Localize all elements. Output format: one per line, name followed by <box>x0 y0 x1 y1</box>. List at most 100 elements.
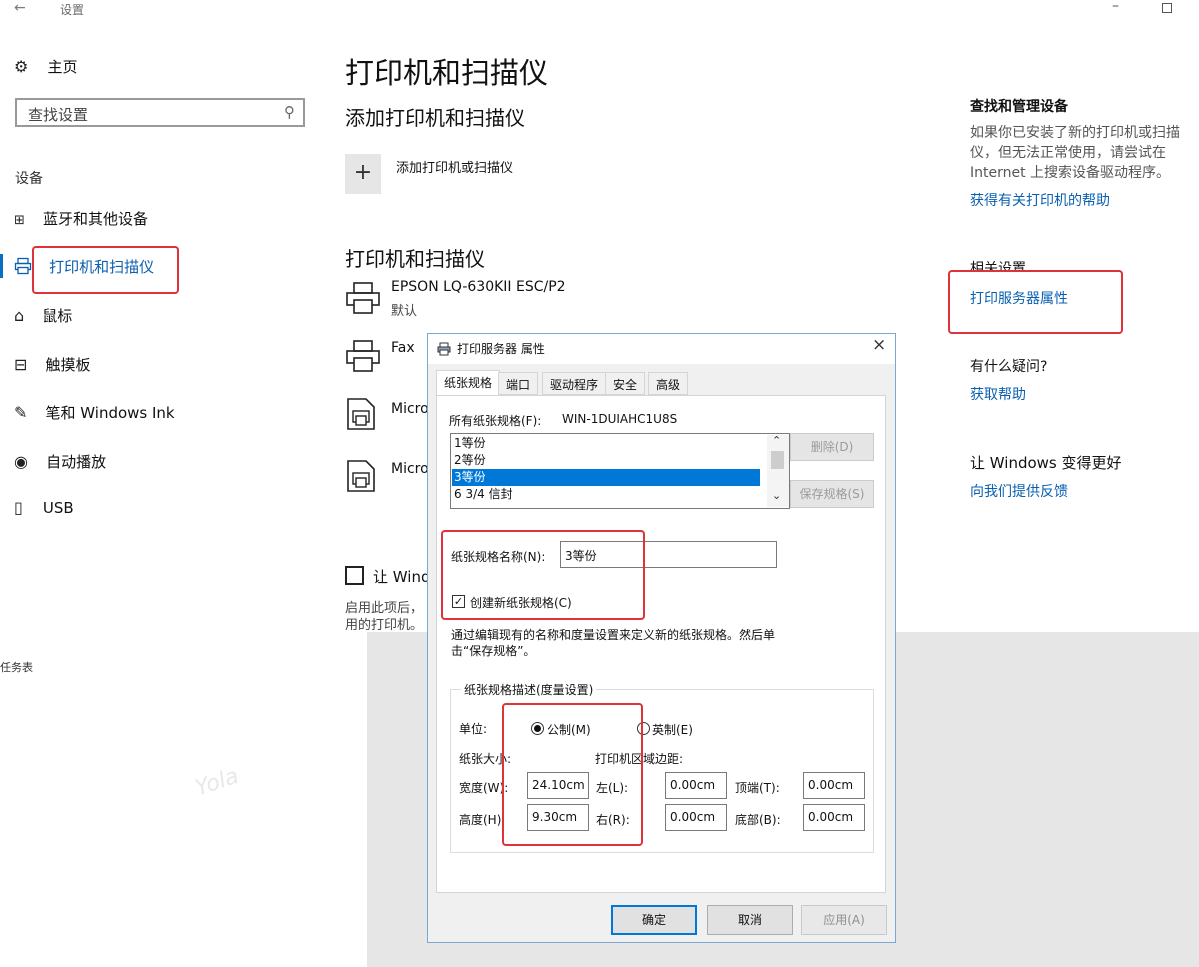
tab-security[interactable]: 安全 <box>605 372 646 395</box>
add-section-heading: 添加打印机和扫描仪 <box>345 106 525 130</box>
printer-name: Micro <box>391 401 429 417</box>
sidebar-item-label: 笔和 Windows Ink <box>45 404 175 422</box>
task-label: 任务表 <box>0 661 33 674</box>
list-item[interactable]: 2等份 <box>454 452 762 469</box>
sidebar-item-pen[interactable]: ✎ 笔和 Windows Ink <box>14 402 175 423</box>
add-printer-plus-icon[interactable]: + <box>345 154 381 194</box>
close-button[interactable]: × <box>872 335 886 355</box>
highlight-box-form-name <box>441 530 645 620</box>
bottom-margin-label: 底部(B): <box>735 813 781 827</box>
find-devices-heading: 查找和管理设备 <box>970 99 1068 115</box>
hint-text: 通过编辑现有的名称和度量设置来定义新的纸张规格。然后单 <box>451 628 776 642</box>
printer-item[interactable] <box>345 281 381 319</box>
sidebar-item-autoplay[interactable]: ◉ 自动播放 <box>14 451 106 472</box>
tab-drivers[interactable]: 驱动程序 <box>542 372 607 395</box>
checkbox-label: 让 Wind <box>373 568 431 586</box>
sidebar-item-label: 触摸板 <box>45 356 91 374</box>
printer-item[interactable] <box>346 397 376 435</box>
cancel-button[interactable]: 取消 <box>707 905 793 935</box>
sidebar-item-label: USB <box>42 499 74 517</box>
window-title: 设置 <box>60 3 85 17</box>
english-label: 英制(E) <box>652 723 693 737</box>
hint-text: 击“保存规格”。 <box>451 644 536 658</box>
nav-home[interactable]: ⚙ 主页 <box>14 56 77 77</box>
mouse-icon: ⌂ <box>14 306 25 325</box>
search-icon: ⚲ <box>284 103 295 121</box>
improve-heading: 让 Windows 变得更好 <box>970 454 1122 472</box>
minimize-button[interactable]: – <box>1112 0 1119 14</box>
delete-button[interactable]: 删除(D) <box>790 433 874 461</box>
description-line: 用的打印机。 <box>345 618 424 633</box>
print-server-properties-dialog: 打印服务器 属性 × 纸张规格 端口 驱动程序 安全 高级 所有纸张规格(F):… <box>427 333 896 943</box>
maximize-button[interactable] <box>1162 3 1172 13</box>
document-printer-icon <box>347 398 375 430</box>
chevron-down-icon[interactable]: ⌄ <box>772 489 781 502</box>
printers-list-heading: 打印机和扫描仪 <box>345 247 485 271</box>
add-printer-button[interactable]: 添加打印机或扫描仪 <box>396 157 513 176</box>
search-placeholder: 查找设置 <box>28 106 89 124</box>
sidebar-item-label: 鼠标 <box>42 307 73 325</box>
left-margin-input[interactable]: 0.00cm <box>665 772 727 799</box>
feedback-link[interactable]: 向我们提供反馈 <box>970 481 1068 501</box>
nav-home-label: 主页 <box>47 58 78 76</box>
ok-button[interactable]: 确定 <box>611 905 697 935</box>
printer-name: Fax <box>391 340 415 356</box>
top-margin-input[interactable]: 0.00cm <box>803 772 865 799</box>
printer-item[interactable] <box>346 459 376 497</box>
top-margin-label: 顶端(T): <box>735 781 780 795</box>
tab-forms[interactable]: 纸张规格 <box>436 370 501 396</box>
touchpad-icon: ⊟ <box>14 355 28 374</box>
search-input[interactable]: 查找设置 ⚲ <box>15 98 305 127</box>
sidebar-item-mouse[interactable]: ⌂ 鼠标 <box>14 305 72 326</box>
bluetooth-devices-icon: ⊞ <box>14 213 25 228</box>
get-help-link[interactable]: 获取帮助 <box>970 384 1026 404</box>
forms-listbox[interactable]: 1等份 2等份 3等份 6 3/4 信封 ⌃ ⌄ <box>450 433 790 509</box>
sidebar-item-bluetooth[interactable]: ⊞ 蓝牙和其他设备 <box>14 208 148 229</box>
selection-indicator <box>0 254 3 278</box>
document-printer-icon <box>347 460 375 492</box>
highlight-box-related <box>948 270 1123 334</box>
printer-help-link[interactable]: 获得有关打印机的帮助 <box>970 190 1110 210</box>
find-devices-text: 仪，但无法正常使用，请尝试在 <box>970 145 1166 161</box>
watermark: Yola <box>192 763 242 802</box>
list-item[interactable]: 1等份 <box>454 435 762 452</box>
forms-tab-panel: 所有纸张规格(F): WIN-1DUIAHC1U8S 1等份 2等份 3等份 6… <box>436 395 886 893</box>
printer-icon <box>437 342 451 356</box>
scrollbar-thumb[interactable] <box>771 451 784 469</box>
width-label: 宽度(W): <box>459 781 509 795</box>
group-title: 纸张规格描述(度量设置) <box>461 681 597 698</box>
page-title: 打印机和扫描仪 <box>345 56 549 90</box>
save-form-button[interactable]: 保存规格(S) <box>790 480 874 508</box>
printer-name: EPSON LQ-630KII ESC/P2 <box>391 279 566 295</box>
sidebar-item-usb[interactable]: ▯ USB <box>14 498 74 517</box>
sidebar-item-touchpad[interactable]: ⊟ 触摸板 <box>14 354 91 375</box>
dialog-title: 打印服务器 属性 <box>457 342 545 356</box>
sidebar-item-label: 蓝牙和其他设备 <box>43 210 149 228</box>
listbox-scrollbar[interactable]: ⌃ ⌄ <box>767 434 789 507</box>
back-arrow-icon[interactable]: ← <box>14 0 26 16</box>
sidebar-item-label: 自动播放 <box>46 453 107 471</box>
bottom-margin-input[interactable]: 0.00cm <box>803 804 865 831</box>
apply-button[interactable]: 应用(A) <box>801 905 887 935</box>
printer-name: Micro <box>391 461 429 477</box>
dialog-titlebar: 打印服务器 属性 × <box>428 334 895 364</box>
server-name: WIN-1DUIAHC1U8S <box>562 412 678 426</box>
all-forms-label: 所有纸张规格(F): <box>449 414 542 428</box>
manage-default-checkbox[interactable] <box>345 566 364 585</box>
usb-icon: ▯ <box>14 498 23 517</box>
find-devices-text: 如果你已安装了新的打印机或扫描 <box>970 125 1180 141</box>
highlight-box-units-size <box>502 703 643 846</box>
help-heading: 有什么疑问? <box>970 359 1048 375</box>
autoplay-icon: ◉ <box>14 452 28 471</box>
list-item-selected[interactable]: 3等份 <box>452 469 760 486</box>
printer-item[interactable] <box>345 339 381 377</box>
highlight-box-nav <box>32 246 179 294</box>
list-item[interactable]: 6 3/4 信封 <box>454 486 762 503</box>
height-label: 高度(H): <box>459 813 506 827</box>
unit-label: 单位: <box>459 722 488 736</box>
right-margin-input[interactable]: 0.00cm <box>665 804 727 831</box>
tab-advanced[interactable]: 高级 <box>648 372 689 395</box>
nav-section-title: 设备 <box>15 171 43 187</box>
tab-ports[interactable]: 端口 <box>498 372 539 395</box>
chevron-up-icon[interactable]: ⌃ <box>772 434 781 447</box>
